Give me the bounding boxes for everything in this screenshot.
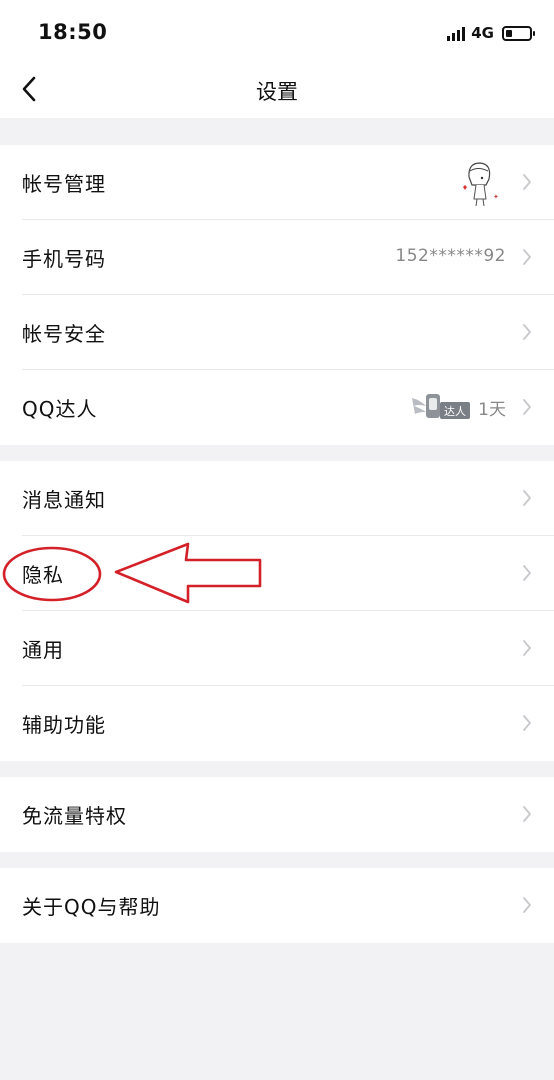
avatar-icon: ✦ (463, 162, 499, 207)
row-notifications[interactable]: 消息通知 (0, 461, 554, 536)
daren-badge-label: 达人 (444, 405, 466, 418)
row-general[interactable]: 通用 (0, 611, 554, 686)
row-label: 辅助功能 (22, 713, 106, 737)
chevron-right-icon (523, 897, 531, 913)
row-label: 关于QQ与帮助 (22, 895, 161, 919)
row-label: 手机号码 (22, 247, 106, 271)
phone-number-value: 152******92 (395, 246, 506, 266)
chevron-right-icon (523, 174, 531, 190)
data-free-group: 免流量特权 (0, 777, 554, 852)
chevron-right-icon (523, 565, 531, 581)
daren-days-value: 1天 (478, 399, 506, 420)
chevron-right-icon (523, 806, 531, 822)
battery-icon (502, 25, 535, 41)
row-about-help[interactable]: 关于QQ与帮助 (0, 868, 554, 943)
daren-badge-icon: 达人 (412, 394, 471, 419)
chevron-right-icon (523, 249, 531, 265)
daren-info: 达人 1天 (410, 392, 506, 422)
page-title: 设置 (256, 80, 298, 104)
chevron-right-icon (523, 399, 531, 415)
status-indicators: 4G (447, 22, 535, 44)
account-group: 帐号管理 ✦ 手机号码 152******92 帐号安全 QQ达人 达人 1天 (0, 145, 554, 445)
chevron-right-icon (523, 490, 531, 506)
row-accessibility[interactable]: 辅助功能 (0, 686, 554, 761)
row-label: 隐私 (22, 563, 64, 587)
status-time: 18:50 (38, 20, 108, 44)
row-account-management[interactable]: 帐号管理 ✦ (0, 145, 554, 220)
row-data-free-privilege[interactable]: 免流量特权 (0, 777, 554, 852)
settings-group: 消息通知 隐私 通用 辅助功能 (0, 461, 554, 761)
chevron-right-icon (523, 324, 531, 340)
row-label: 帐号安全 (22, 322, 106, 346)
row-label: 免流量特权 (22, 804, 127, 828)
row-label: 消息通知 (22, 488, 106, 512)
row-label: 通用 (22, 638, 64, 662)
svg-text:✦: ✦ (493, 193, 499, 201)
row-phone-number[interactable]: 手机号码 152******92 (0, 220, 554, 295)
row-qq-daren[interactable]: QQ达人 达人 1天 (0, 370, 554, 445)
status-bar: 18:50 4G (0, 0, 554, 62)
nav-bar: 设置 (0, 62, 554, 118)
chevron-right-icon (523, 715, 531, 731)
row-label: 帐号管理 (22, 172, 106, 196)
network-type: 4G (471, 24, 494, 42)
row-label: QQ达人 (22, 397, 98, 421)
about-group: 关于QQ与帮助 (0, 868, 554, 943)
chevron-right-icon (523, 640, 531, 656)
row-account-security[interactable]: 帐号安全 (0, 295, 554, 370)
signal-icon (447, 25, 466, 41)
row-privacy[interactable]: 隐私 (0, 536, 554, 611)
